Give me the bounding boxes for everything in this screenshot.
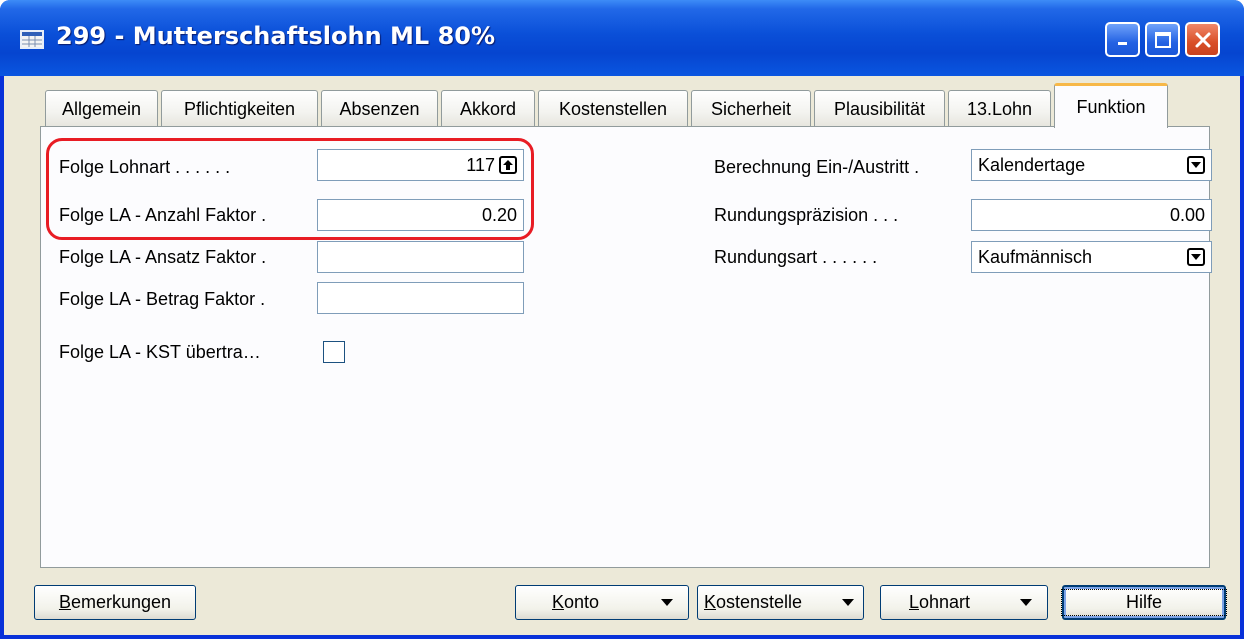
maximize-icon xyxy=(1154,31,1171,48)
dropdown-arrow-icon xyxy=(842,599,854,606)
bemerkungen-label: emerkungen xyxy=(70,592,172,612)
folge-lohnart-value: 117 xyxy=(466,154,495,175)
ansatz-faktor-field[interactable] xyxy=(317,241,524,273)
table-icon xyxy=(20,30,44,49)
kostenstelle-menu-button[interactable]: Kostenstelle xyxy=(697,585,864,620)
rundungspraezision-field[interactable]: 0.00 xyxy=(971,199,1212,231)
minimize-button[interactable] xyxy=(1105,22,1140,57)
rundungsart-dropdown-button[interactable] xyxy=(1187,248,1205,266)
window-title: 299 - Mutterschaftslohn ML 80% xyxy=(56,22,496,50)
dialog-content: Allgemein Pflichtigkeiten Absenzen Akkor… xyxy=(4,76,1240,639)
anzahl-faktor-label: Folge LA - Anzahl Faktor . xyxy=(59,205,267,225)
konto-menu-button[interactable]: Konto xyxy=(515,585,689,620)
kostenstelle-mnemonic: K xyxy=(704,592,717,612)
close-icon xyxy=(1195,32,1210,47)
bemerkungen-mnemonic: B xyxy=(58,592,71,612)
title-bar[interactable]: 299 - Mutterschaftslohn ML 80% xyxy=(0,0,1244,76)
tab-absenzen[interactable]: Absenzen xyxy=(321,90,438,127)
dialog-window: 299 - Mutterschaftslohn ML 80% Allgemein… xyxy=(0,0,1244,639)
dropdown-arrow-icon xyxy=(1191,162,1201,168)
folge-lohnart-field[interactable]: 117 xyxy=(317,149,524,181)
konto-mnemonic: K xyxy=(552,592,565,612)
tab-pflichtigkeiten[interactable]: Pflichtigkeiten xyxy=(161,90,318,127)
rundungsart-value: Kaufmännisch xyxy=(978,246,1093,267)
berechnung-value: Kalendertage xyxy=(978,154,1086,175)
dropdown-arrow-icon xyxy=(661,599,673,606)
kst-uebertragen-label: Folge LA - KST übertra… xyxy=(59,342,261,362)
konto-label: onto xyxy=(564,592,600,612)
lohnart-label: ohnart xyxy=(919,592,971,612)
tab-13-lohn[interactable]: 13.Lohn xyxy=(948,90,1051,127)
dropdown-arrow-icon xyxy=(1020,599,1032,606)
tab-plausibilitaet[interactable]: Plausibilität xyxy=(814,90,945,127)
berechnung-label: Berechnung Ein-/Austritt . xyxy=(714,157,920,177)
ansatz-faktor-label: Folge LA - Ansatz Faktor . xyxy=(59,247,267,267)
rundungspraezision-value: 0.00 xyxy=(1169,204,1205,225)
hilfe-label: Hilfe xyxy=(1061,589,1228,616)
bemerkungen-button[interactable]: Bemerkungen xyxy=(34,585,196,620)
rundungsart-select[interactable]: Kaufmännisch xyxy=(971,241,1212,273)
tab-sicherheit[interactable]: Sicherheit xyxy=(691,90,811,127)
berechnung-dropdown-button[interactable] xyxy=(1187,156,1205,174)
tab-panel-funktion: Folge Lohnart . . . . . . 117 Folge LA -… xyxy=(40,126,1212,568)
rundungspraezision-label: Rundungspräzision . . . xyxy=(714,205,899,225)
berechnung-select[interactable]: Kalendertage xyxy=(971,149,1212,181)
maximize-button[interactable] xyxy=(1145,22,1180,57)
tab-funktion[interactable]: Funktion xyxy=(1054,83,1168,128)
anzahl-faktor-value: 0.20 xyxy=(481,204,517,225)
tab-kostenstellen[interactable]: Kostenstellen xyxy=(538,90,688,127)
tab-allgemein[interactable]: Allgemein xyxy=(45,90,158,127)
rundungsart-label: Rundungsart . . . . . . xyxy=(714,247,878,267)
folge-lohnart-lookup-button[interactable] xyxy=(499,156,517,174)
lookup-arrow-up-icon xyxy=(503,160,513,170)
betrag-faktor-field[interactable] xyxy=(317,282,524,314)
kst-uebertragen-checkbox[interactable] xyxy=(323,341,345,363)
betrag-faktor-label: Folge LA - Betrag Faktor . xyxy=(59,289,266,309)
minimize-icon xyxy=(1117,41,1127,45)
lohnart-menu-button[interactable]: Lohnart xyxy=(880,585,1048,620)
hilfe-button[interactable]: Hilfe xyxy=(1061,585,1228,620)
tab-akkord[interactable]: Akkord xyxy=(441,90,535,127)
anzahl-faktor-field[interactable]: 0.20 xyxy=(317,199,524,231)
dropdown-arrow-icon xyxy=(1191,254,1201,260)
folge-lohnart-label: Folge Lohnart . . . . . . xyxy=(59,157,231,177)
close-button[interactable] xyxy=(1185,22,1220,57)
kostenstelle-label: ostenstelle xyxy=(716,592,803,612)
lohnart-mnemonic: L xyxy=(909,592,920,612)
